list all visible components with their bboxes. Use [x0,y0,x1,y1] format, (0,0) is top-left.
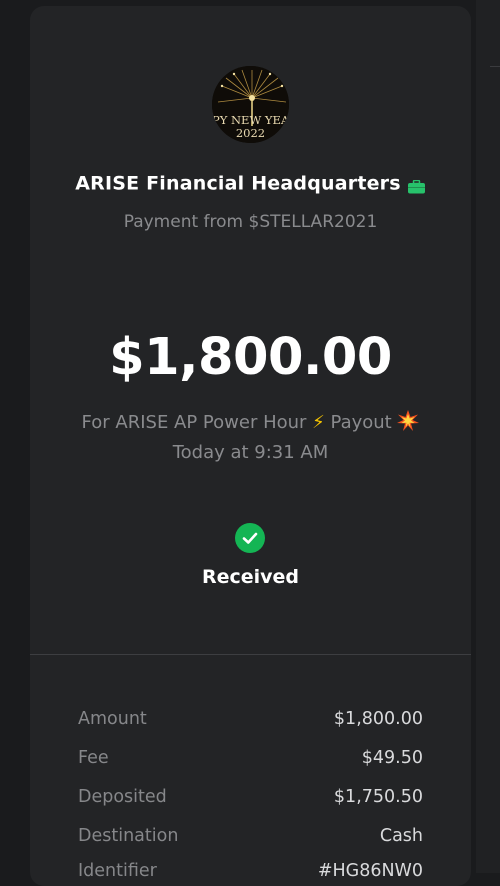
detail-label: Fee [78,748,109,768]
merchant-name[interactable]: ARISE Financial Headquarters [75,173,401,195]
lightning-icon: ⚡ [312,412,325,433]
detail-row-deposited: Deposited $1,750.50 [78,787,423,811]
payment-note: For ARISE AP Power Hour ⚡ Payout [30,410,471,433]
collision-icon [397,410,420,432]
right-edge-divider [490,66,500,67]
detail-value: $1,750.50 [333,787,423,807]
detail-value: $49.50 [361,748,423,768]
payment-timestamp: Today at 9:31 AM [172,442,329,463]
detail-row-fee: Fee $49.50 [78,748,423,772]
check-circle-icon [235,523,265,553]
detail-row-destination: Destination Cash [78,826,423,850]
detail-label: Deposited [78,787,167,807]
detail-label: Destination [78,826,179,846]
detail-value: $1,800.00 [333,709,423,729]
detail-row-identifier: Identifier #HG86NW0 [78,861,423,885]
briefcase-icon [407,177,426,193]
payment-detail-card: PY NEW YEAR 2022 ARISE Financial Headqua… [30,6,471,886]
detail-value: #HG86NW0 [317,861,423,881]
status-label: Received [201,566,300,588]
avatar-caption-line2: 2022 [235,126,266,140]
detail-label: Amount [78,709,147,729]
note-text-start: For ARISE AP Power Hour [81,412,313,433]
detail-row-amount: Amount $1,800.00 [78,709,423,733]
note-text-middle: Payout [324,412,398,433]
payment-source: Payment from $STELLAR2021 [123,212,378,232]
section-divider [30,654,471,655]
merchant-avatar[interactable]: PY NEW YEAR 2022 [212,66,289,143]
detail-value: Cash [379,826,423,846]
merchant-header: ARISE Financial Headquarters [30,172,471,195]
detail-label: Identifier [78,861,157,881]
payment-amount: $1,800.00 [109,328,392,387]
right-edge-panel [476,0,500,873]
